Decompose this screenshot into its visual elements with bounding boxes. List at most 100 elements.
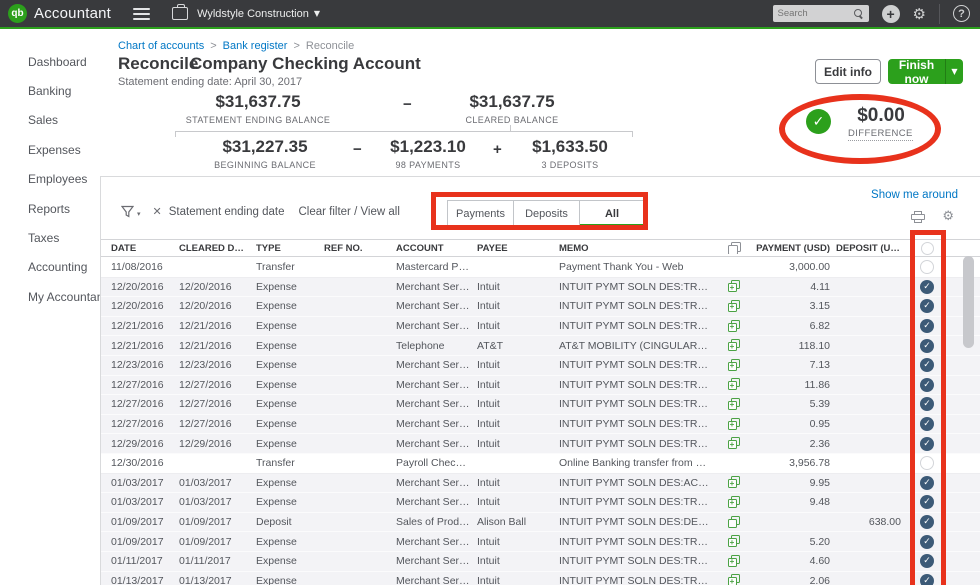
attachment-add-icon[interactable]: + [728,378,741,391]
sidebar-item-my-accountant[interactable]: My Accountant [0,282,100,311]
reconcile-checkbox[interactable] [920,515,934,529]
attachment-add-icon[interactable]: + [728,300,741,313]
reconcile-checkbox[interactable] [920,437,934,451]
sidebar-item-reports[interactable]: Reports [0,194,100,223]
header-deposit[interactable]: DEPOSIT (USD) [836,243,907,254]
table-row[interactable]: 12/30/2016 Transfer Payroll Checking... … [101,454,980,474]
reconcile-checkbox[interactable] [920,495,934,509]
reconcile-checkbox[interactable] [920,280,934,294]
select-all-circle[interactable] [921,242,934,255]
attachment-add-icon[interactable]: + [728,320,741,333]
active-filter-label[interactable]: Statement ending date [169,206,285,218]
header-ref-no[interactable]: REF NO. [324,243,396,254]
finish-now-dropdown-icon[interactable]: ▼ [945,59,963,84]
tab-all[interactable]: All [579,200,645,227]
sidebar-item-expenses[interactable]: Expenses [0,135,100,164]
table-row[interactable]: 12/27/2016 12/27/2016 Expense Merchant S… [101,376,980,396]
edit-info-button[interactable]: Edit info [815,59,881,84]
reconcile-checkbox[interactable] [920,417,934,431]
attachment-copy-icon[interactable] [728,516,741,529]
table-row[interactable]: 11/08/2016 Transfer Mastercard Paya... P… [101,258,980,278]
table-row[interactable]: 12/27/2016 12/27/2016 Expense Merchant S… [101,415,980,435]
clear-filter-link[interactable]: Clear filter / View all [298,206,399,218]
table-row[interactable]: 01/13/2017 01/13/2017 Expense Merchant S… [101,572,980,585]
reconcile-checkbox[interactable] [920,456,934,470]
breadcrumb-item[interactable]: Chart of accounts [118,40,204,52]
attachment-add-icon[interactable]: + [728,496,741,509]
create-plus-button[interactable]: + [882,5,900,23]
search-input[interactable] [778,8,854,19]
table-row[interactable]: 12/21/2016 12/21/2016 Expense Telephone … [101,336,980,356]
header-type[interactable]: TYPE [256,243,324,254]
reconcile-checkbox[interactable] [920,535,934,549]
filter-funnel-icon[interactable] [121,205,134,218]
table-row[interactable]: 01/09/2017 01/09/2017 Expense Merchant S… [101,532,980,552]
attachment-add-icon[interactable]: + [728,280,741,293]
header-memo[interactable]: MEMO [559,243,716,254]
table-row[interactable]: 01/03/2017 01/03/2017 Expense Merchant S… [101,493,980,513]
table-row[interactable]: 12/20/2016 12/20/2016 Expense Merchant S… [101,297,980,317]
table-row[interactable]: 12/21/2016 12/21/2016 Expense Merchant S… [101,317,980,337]
filter-caret-icon[interactable]: ▾ [137,210,141,218]
sidebar-item-banking[interactable]: Banking [0,76,100,105]
table-row[interactable]: 01/09/2017 01/09/2017 Deposit Sales of P… [101,513,980,533]
reconcile-checkbox[interactable] [920,574,934,585]
table-row[interactable]: 01/03/2017 01/03/2017 Expense Merchant S… [101,474,980,494]
hamburger-menu-icon[interactable] [133,8,150,20]
sidebar-item-dashboard[interactable]: Dashboard [0,47,100,76]
breadcrumb-item[interactable]: Bank register [223,40,288,52]
tab-payments[interactable]: Payments [447,200,513,227]
reconcile-checkbox[interactable] [920,378,934,392]
attachment-add-icon[interactable]: + [728,574,741,585]
attachment-add-icon[interactable]: + [728,339,741,352]
tab-deposits[interactable]: Deposits [513,200,579,227]
header-account[interactable]: ACCOUNT [396,243,477,254]
table-settings-gear-icon[interactable]: ⚙ [942,209,954,224]
print-icon[interactable] [911,211,925,223]
table-row[interactable]: 12/27/2016 12/27/2016 Expense Merchant S… [101,395,980,415]
header-payment[interactable]: PAYMENT (USD) [752,243,836,254]
search-icon[interactable] [854,9,864,19]
quickbooks-logo-icon[interactable]: qb [8,4,27,23]
reconcile-checkbox[interactable] [920,554,934,568]
remove-filter-icon[interactable]: ✕ [153,205,162,218]
finish-now-button[interactable]: Finish now ▼ [888,59,963,84]
header-cleared-date[interactable]: CLEARED DATE [179,243,256,254]
cell-type: Expense [256,555,324,567]
vertical-scrollbar[interactable] [963,256,974,348]
app-title: Accountant [34,5,111,22]
header-date[interactable]: DATE [101,243,179,254]
search-box[interactable] [773,5,869,22]
gear-icon[interactable]: ⚙ [913,5,926,23]
company-selector[interactable]: Wyldstyle Construction ▼ [197,8,320,20]
attachment-add-icon[interactable]: + [728,418,741,431]
reconcile-checkbox[interactable] [920,339,934,353]
reconcile-checkbox[interactable] [920,397,934,411]
sidebar-item-sales[interactable]: Sales [0,106,100,135]
cell-payment: 9.48 [752,496,836,508]
sidebar-item-taxes[interactable]: Taxes [0,223,100,252]
attachment-add-icon[interactable]: + [728,359,741,372]
reconcile-checkbox[interactable] [920,476,934,490]
attachment-add-icon[interactable]: + [728,398,741,411]
sidebar-item-employees[interactable]: Employees [0,165,100,194]
attachment-add-icon[interactable]: + [728,437,741,450]
header-payee[interactable]: PAYEE [477,243,559,254]
difference-label[interactable]: DIFFERENCE [848,128,913,141]
attachment-add-icon[interactable]: + [728,555,741,568]
table-row[interactable]: 12/20/2016 12/20/2016 Expense Merchant S… [101,278,980,298]
table-row[interactable]: 01/11/2017 01/11/2017 Expense Merchant S… [101,552,980,572]
briefcase-icon[interactable] [172,7,188,20]
reconcile-checkbox[interactable] [920,260,934,274]
cell-payee: Intuit [477,477,559,489]
help-icon[interactable]: ? [953,5,970,22]
reconcile-checkbox[interactable] [920,299,934,313]
sidebar-item-accounting[interactable]: Accounting [0,253,100,282]
show-me-around-link[interactable]: Show me around [871,189,958,201]
table-row[interactable]: 12/23/2016 12/23/2016 Expense Merchant S… [101,356,980,376]
reconcile-checkbox[interactable] [920,319,934,333]
attachment-add-icon[interactable]: + [728,535,741,548]
attachment-add-icon[interactable]: + [728,476,741,489]
table-row[interactable]: 12/29/2016 12/29/2016 Expense Merchant S… [101,434,980,454]
reconcile-checkbox[interactable] [920,358,934,372]
